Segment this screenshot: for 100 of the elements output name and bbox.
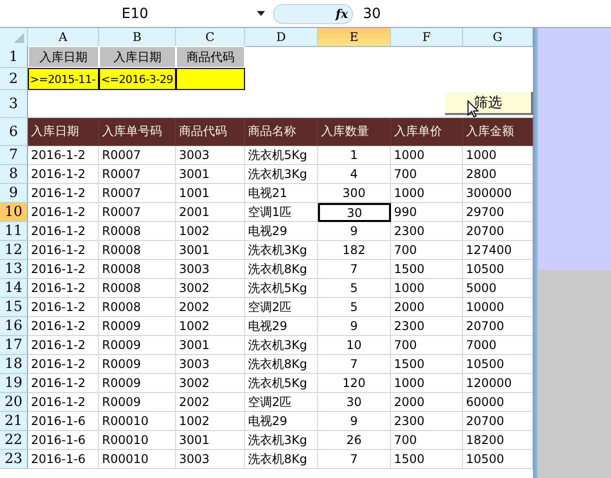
- row-header[interactable]: 10: [0, 203, 28, 222]
- table-cell: 120: [318, 374, 391, 393]
- corner-triangle-icon: [14, 33, 24, 43]
- table-cell: 洗衣机8Kg: [245, 260, 318, 279]
- table-cell: 2016-1-2: [28, 203, 99, 222]
- table-cell: 2016-1-2: [28, 355, 99, 374]
- table-cell: 洗衣机5Kg: [245, 374, 318, 393]
- table-cell: 洗衣机3Kg: [245, 336, 318, 355]
- table-cell: 空调2匹: [245, 298, 318, 317]
- row-header[interactable]: 9: [0, 184, 28, 203]
- table-cell: 3003: [176, 450, 245, 469]
- table-cell: 2016-1-2: [28, 336, 99, 355]
- table-header-cell: 入库数量: [318, 118, 391, 146]
- table-cell: 26: [318, 431, 391, 450]
- table-cell: 洗衣机8Kg: [245, 355, 318, 374]
- table-cell: 1: [318, 146, 391, 165]
- table-header-cell: 入库日期: [28, 118, 99, 146]
- table-cell: 5: [318, 298, 391, 317]
- table-cell: 5: [318, 279, 391, 298]
- table-cell: R0008: [99, 298, 176, 317]
- table-cell: 7: [318, 450, 391, 469]
- row-header[interactable]: 16: [0, 317, 28, 336]
- table-header-cell: 入库金额: [463, 118, 533, 146]
- row-header[interactable]: 6: [0, 118, 28, 146]
- table-cell: 2300: [391, 317, 463, 336]
- function-button[interactable]: fx: [336, 6, 348, 20]
- table-cell: R00010: [99, 412, 176, 431]
- table-cell: R0008: [99, 222, 176, 241]
- row-header[interactable]: 11: [0, 222, 28, 241]
- table-cell: 1500: [391, 355, 463, 374]
- name-box[interactable]: E10: [0, 6, 250, 22]
- table-cell: 2016-1-2: [28, 146, 99, 165]
- table-cell: 2016-1-2: [28, 260, 99, 279]
- formula-field[interactable]: 30: [363, 6, 381, 22]
- table-cell: R00010: [99, 450, 176, 469]
- table-cell: R0008: [99, 241, 176, 260]
- table-header-cell: 商品代码: [176, 118, 245, 146]
- criteria-value-cell: <=2016-3-29: [99, 68, 176, 90]
- table-cell: 3003: [176, 146, 245, 165]
- table-cell: 电视21: [245, 184, 318, 203]
- row-header[interactable]: 19: [0, 374, 28, 393]
- table-cell: 1500: [391, 450, 463, 469]
- column-header[interactable]: F: [391, 28, 463, 47]
- table-cell: 10: [318, 336, 391, 355]
- row-header[interactable]: 21: [0, 412, 28, 431]
- row-header[interactable]: 1: [0, 46, 28, 68]
- filter-button[interactable]: 筛选: [445, 92, 533, 115]
- table-cell: 7: [318, 260, 391, 279]
- row-header[interactable]: 20: [0, 393, 28, 412]
- table-cell: 2016-1-2: [28, 279, 99, 298]
- row-header[interactable]: 13: [0, 260, 28, 279]
- table-header-cell: 入库单号码: [99, 118, 176, 146]
- table-cell: 2016-1-2: [28, 165, 99, 184]
- criteria-value-cell: >=2015-11-: [28, 68, 99, 90]
- criteria-header-cell: 入库日期: [28, 46, 99, 68]
- table-cell: 1000: [391, 374, 463, 393]
- row-header[interactable]: 22: [0, 431, 28, 450]
- table-cell: 2001: [176, 203, 245, 222]
- active-cell[interactable]: 30: [318, 203, 391, 222]
- table-cell: 2016-1-2: [28, 374, 99, 393]
- table-cell: 洗衣机3Kg: [245, 431, 318, 450]
- table-cell: 9: [318, 222, 391, 241]
- table-cell: R00010: [99, 431, 176, 450]
- row-header[interactable]: 3: [0, 90, 28, 118]
- table-cell: R0009: [99, 393, 176, 412]
- table-cell: 990: [391, 203, 463, 222]
- row-header[interactable]: 23: [0, 450, 28, 469]
- table-cell: R0007: [99, 165, 176, 184]
- table-cell: 2016-1-2: [28, 393, 99, 412]
- table-cell: 1000: [391, 279, 463, 298]
- table-cell: 洗衣机3Kg: [245, 241, 318, 260]
- table-cell: 1002: [176, 317, 245, 336]
- table-cell: R0009: [99, 336, 176, 355]
- table-cell: R0009: [99, 317, 176, 336]
- column-header[interactable]: E: [318, 28, 391, 47]
- table-cell: 2300: [391, 222, 463, 241]
- row-header[interactable]: 18: [0, 355, 28, 374]
- row-header[interactable]: 12: [0, 241, 28, 260]
- table-cell: 洗衣机8Kg: [245, 450, 318, 469]
- table-cell: 3001: [176, 165, 245, 184]
- table-cell: 4: [318, 165, 391, 184]
- table-cell: 700: [391, 165, 463, 184]
- table-cell: 182: [318, 241, 391, 260]
- table-cell: 2000: [391, 298, 463, 317]
- criteria-header-cell: 入库日期: [99, 46, 176, 68]
- table-cell: 3001: [176, 336, 245, 355]
- row-header[interactable]: 15: [0, 298, 28, 317]
- table-cell: 洗衣机5Kg: [245, 146, 318, 165]
- row-header[interactable]: 17: [0, 336, 28, 355]
- table-cell: 700: [391, 241, 463, 260]
- row-header[interactable]: 14: [0, 279, 28, 298]
- table-cell: 2000: [391, 393, 463, 412]
- row-header[interactable]: 8: [0, 165, 28, 184]
- row-header[interactable]: 2: [0, 68, 28, 90]
- table-cell: 3001: [176, 241, 245, 260]
- dropdown-caret-icon[interactable]: [257, 11, 265, 16]
- row-header[interactable]: 7: [0, 146, 28, 165]
- table-cell: 1500: [391, 260, 463, 279]
- criteria-header-cell: 商品代码: [176, 46, 245, 68]
- table-cell: 300: [318, 184, 391, 203]
